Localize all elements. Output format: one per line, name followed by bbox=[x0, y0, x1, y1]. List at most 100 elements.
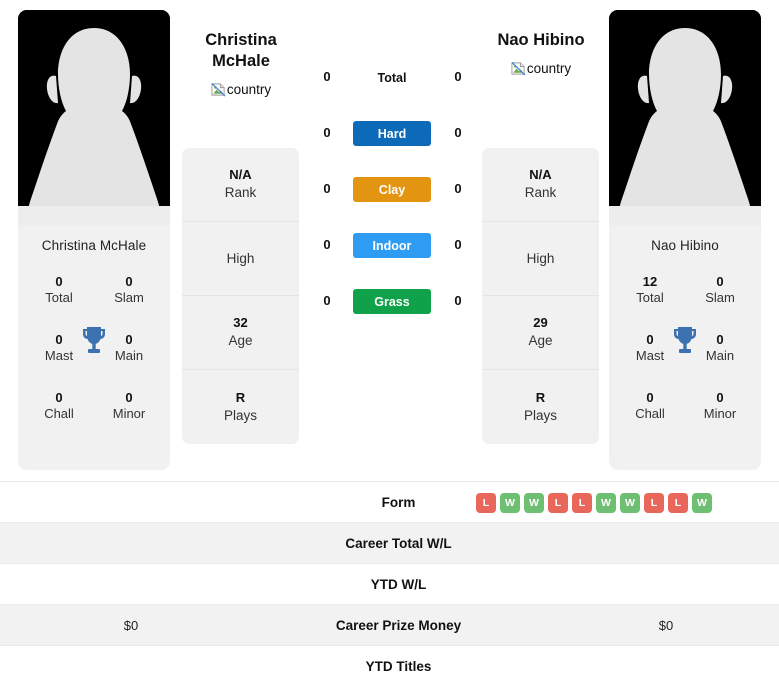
info-plays-value: R bbox=[235, 389, 246, 405]
surface-indoor-left-value: 0 bbox=[323, 237, 331, 252]
titles-total-value: 12 bbox=[642, 273, 658, 289]
surface-clay-badge[interactable]: Clay bbox=[353, 177, 431, 202]
info-plays-label: Plays bbox=[223, 407, 257, 423]
surface-hard-left-value: 0 bbox=[323, 125, 331, 140]
titles-slam-left: 0 Slam bbox=[94, 274, 164, 307]
player-name-left[interactable]: Christina McHale bbox=[166, 30, 316, 72]
titles-grid-left: 0 Total 0 Slam 0 Mast 0 Main 0 Chall 0 M… bbox=[18, 261, 170, 435]
titles-slam-value: 0 bbox=[716, 273, 724, 289]
player-avatar-right bbox=[609, 10, 761, 225]
broken-image-icon bbox=[211, 83, 226, 97]
country-alt-text-left: country bbox=[226, 82, 272, 98]
info-rank-value: N/A bbox=[529, 167, 552, 183]
info-plays-value: R bbox=[535, 389, 546, 405]
info-plays-label: Plays bbox=[523, 407, 557, 423]
surface-grass-left-value: 0 bbox=[323, 293, 331, 308]
titles-chall-value: 0 bbox=[646, 389, 654, 405]
player-first-name-right: Nao Hibino bbox=[497, 31, 585, 49]
titles-chall-left: 0 Chall bbox=[24, 390, 94, 423]
player-avatar-left bbox=[18, 10, 170, 225]
form-badge-win: W bbox=[500, 492, 520, 513]
titles-row: 12 Total 0 Slam bbox=[615, 261, 755, 319]
info-row-plays-right: R Plays bbox=[482, 370, 599, 444]
surface-total-label: Total bbox=[377, 70, 407, 85]
stats-table: Form LWWLLWWLLW Career Total W/L YTD W/L… bbox=[0, 481, 779, 686]
avatar-silhouette-icon bbox=[18, 10, 170, 225]
surface-row-indoor: 0 Indoor 0 bbox=[300, 228, 483, 284]
form-badge-list: LWWLLWWLLW bbox=[476, 482, 712, 523]
info-rank-value: N/A bbox=[229, 167, 252, 183]
stats-row-career-prize-money: $0 Career Prize Money $0 bbox=[0, 604, 779, 645]
info-row-rank-left: N/A Rank bbox=[182, 148, 299, 222]
stats-row-ytd-wl: YTD W/L bbox=[0, 563, 779, 604]
player-name-right[interactable]: Nao Hibino bbox=[466, 30, 616, 51]
titles-row: 0 Total 0 Slam bbox=[24, 261, 164, 319]
titles-grid-right: 12 Total 0 Slam 0 Mast 0 Main 0 Chall 0 … bbox=[609, 261, 761, 435]
player-last-name-left: McHale bbox=[212, 52, 270, 71]
surface-clay-right-value: 0 bbox=[454, 181, 462, 196]
titles-total-label: Total bbox=[45, 290, 73, 305]
titles-minor-value: 0 bbox=[716, 389, 724, 405]
avatar-silhouette-icon bbox=[609, 10, 761, 225]
info-age-label: Age bbox=[228, 333, 253, 349]
stats-prize-label: Career Prize Money bbox=[335, 617, 462, 633]
surface-clay-left-value: 0 bbox=[323, 181, 331, 196]
titles-slam-label: Slam bbox=[705, 290, 735, 305]
stats-prize-right-value: $0 bbox=[658, 617, 674, 633]
titles-minor-label: Minor bbox=[112, 406, 146, 421]
titles-total-right: 12 Total bbox=[615, 274, 685, 307]
player-card-name-left: Christina McHale bbox=[41, 238, 147, 253]
titles-chall-right: 0 Chall bbox=[615, 390, 685, 423]
form-badge-loss: L bbox=[668, 492, 688, 513]
titles-minor-value: 0 bbox=[125, 389, 133, 405]
form-badge-win: W bbox=[692, 492, 712, 513]
player-card-name-right: Nao Hibino bbox=[651, 238, 719, 253]
info-row-high-right: High bbox=[482, 222, 599, 296]
info-panel-left: N/A Rank High 32 Age R Plays bbox=[182, 148, 299, 444]
surface-row-grass: 0 Grass 0 bbox=[300, 284, 483, 340]
form-badge-win: W bbox=[596, 492, 616, 513]
stats-ytd-titles-label: YTD Titles bbox=[365, 658, 432, 674]
info-age-label: Age bbox=[528, 333, 553, 349]
info-age-value: 29 bbox=[533, 315, 548, 331]
stats-prize-left-value: $0 bbox=[123, 617, 139, 633]
surface-grass-right-value: 0 bbox=[454, 293, 462, 308]
form-badge-loss: L bbox=[644, 492, 664, 513]
titles-row: 0 Chall 0 Minor bbox=[615, 377, 755, 435]
player-first-name-left: Christina bbox=[205, 31, 277, 49]
info-high-label: High bbox=[526, 251, 555, 267]
surface-hard-badge[interactable]: Hard bbox=[353, 121, 431, 146]
form-badge-win: W bbox=[620, 492, 640, 513]
titles-minor-label: Minor bbox=[703, 406, 737, 421]
titles-chall-label: Chall bbox=[44, 406, 74, 421]
info-row-high-left: High bbox=[182, 222, 299, 296]
titles-minor-left: 0 Minor bbox=[94, 390, 164, 423]
titles-minor-right: 0 Minor bbox=[685, 390, 755, 423]
country-flag-left: country bbox=[211, 82, 271, 97]
titles-slam-value: 0 bbox=[125, 273, 133, 289]
info-age-value: 32 bbox=[233, 315, 248, 331]
player-header-left: Christina McHale country bbox=[166, 30, 316, 102]
comparison-header: Christina McHale 0 Total 0 Slam 0 Mast 0… bbox=[0, 0, 779, 480]
stats-ytd-wl-label: YTD W/L bbox=[370, 576, 427, 592]
player-card-left[interactable]: Christina McHale 0 Total 0 Slam 0 Mast 0… bbox=[18, 10, 170, 470]
trophy-icon bbox=[83, 327, 105, 353]
stats-row-career-total-wl: Career Total W/L bbox=[0, 522, 779, 563]
surface-indoor-right-value: 0 bbox=[454, 237, 462, 252]
surface-grass-badge[interactable]: Grass bbox=[353, 289, 431, 314]
surface-row-total: 0 Total 0 bbox=[300, 60, 483, 116]
surface-row-hard: 0 Hard 0 bbox=[300, 116, 483, 172]
titles-total-left: 0 Total bbox=[24, 274, 94, 307]
country-flag-right: country bbox=[511, 61, 571, 76]
surface-indoor-badge[interactable]: Indoor bbox=[353, 233, 431, 258]
player-comparison-page: Christina McHale 0 Total 0 Slam 0 Mast 0… bbox=[0, 0, 779, 699]
info-rank-label: Rank bbox=[524, 185, 557, 201]
player-card-right[interactable]: Nao Hibino 12 Total 0 Slam 0 Mast 0 Main… bbox=[609, 10, 761, 470]
form-badge-loss: L bbox=[476, 492, 496, 513]
surface-comparison-list: 0 Total 0 0 Hard 0 0 Clay 0 0 Indoor 0 0 bbox=[300, 60, 483, 340]
surface-total-right-value: 0 bbox=[454, 69, 462, 84]
country-alt-text-right: country bbox=[526, 61, 572, 77]
info-row-age-left: 32 Age bbox=[182, 296, 299, 370]
surface-row-clay: 0 Clay 0 bbox=[300, 172, 483, 228]
form-badge-loss: L bbox=[548, 492, 568, 513]
